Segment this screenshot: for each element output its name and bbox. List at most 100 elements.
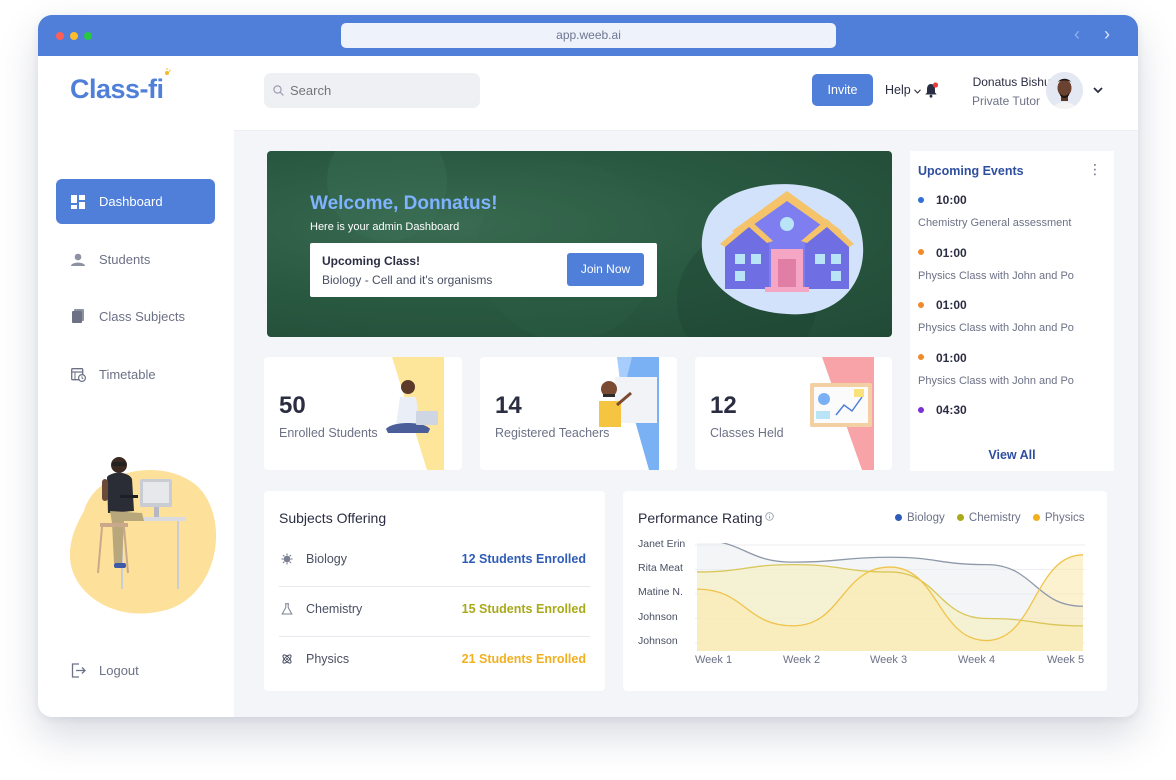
x-tick-label: Week 3 bbox=[870, 654, 908, 666]
y-tick-label: Rita Meat bbox=[638, 562, 683, 574]
more-options-icon[interactable]: ⋮ bbox=[1088, 161, 1102, 178]
welcome-banner: Welcome, Donnatus! Here is your admin Da… bbox=[267, 151, 892, 337]
stat-value: 14 bbox=[495, 392, 522, 419]
chevron-down-icon bbox=[914, 89, 922, 94]
dashboard-icon bbox=[70, 194, 86, 210]
whiteboard-illustration bbox=[810, 357, 874, 470]
subject-row-biology[interactable]: Biology 12 Students Enrolled bbox=[279, 537, 590, 587]
upcoming-class-subject: Biology - Cell and it's organisms bbox=[322, 273, 493, 287]
browser-titlebar: app.weeb.ai ‹ › bbox=[38, 15, 1138, 56]
forward-arrow-icon[interactable]: › bbox=[1104, 24, 1110, 44]
subject-name: Chemistry bbox=[306, 602, 363, 616]
upcoming-events-panel: Upcoming Events ⋮ 10:00 Chemistry General… bbox=[910, 151, 1114, 471]
search-box[interactable] bbox=[264, 73, 480, 108]
performance-title: Performance Rating bbox=[638, 510, 763, 526]
topbar: Invite Help Donatus Bishung Private Tuto… bbox=[234, 56, 1138, 131]
logout-button[interactable]: Logout bbox=[56, 648, 215, 693]
help-menu[interactable]: Help bbox=[885, 83, 922, 97]
event-time: 10:00 bbox=[918, 193, 967, 207]
logout-label: Logout bbox=[99, 663, 139, 678]
event-bullet-icon bbox=[918, 249, 924, 256]
maximize-window-button[interactable] bbox=[84, 32, 92, 40]
school-house-illustration bbox=[701, 184, 864, 315]
sidebar-item-dashboard[interactable]: Dashboard bbox=[56, 179, 215, 224]
subject-enrollment: 21 Students Enrolled bbox=[461, 652, 586, 666]
teacher-illustration bbox=[599, 357, 659, 470]
stat-value: 12 bbox=[710, 392, 737, 419]
calendar-icon bbox=[70, 367, 86, 383]
virus-icon bbox=[281, 553, 293, 565]
join-now-button[interactable]: Join Now bbox=[567, 253, 644, 286]
upcoming-class-title: Upcoming Class! bbox=[322, 254, 421, 268]
y-tick-label: Janet Erin bbox=[638, 538, 686, 550]
sidebar-item-class-subjects[interactable]: Class Subjects bbox=[56, 294, 215, 339]
back-arrow-icon[interactable]: ‹ bbox=[1074, 24, 1080, 44]
sparkle-icon bbox=[164, 68, 171, 75]
notification-bell-icon[interactable] bbox=[924, 82, 938, 98]
address-bar[interactable]: app.weeb.ai bbox=[341, 23, 836, 48]
user-icon bbox=[70, 252, 86, 268]
logout-icon bbox=[70, 663, 86, 679]
info-icon[interactable] bbox=[765, 512, 774, 521]
student-illustration bbox=[386, 357, 444, 470]
x-tick-label: Week 4 bbox=[958, 654, 996, 666]
event-description[interactable]: Chemistry General assessment bbox=[918, 217, 1071, 229]
performance-rating-card: Performance Rating Biology Chemistry Phy… bbox=[623, 491, 1107, 691]
upcoming-class-card: Upcoming Class! Biology - Cell and it's … bbox=[310, 243, 657, 297]
search-input[interactable] bbox=[290, 83, 460, 98]
x-tick-label: Week 5 bbox=[1047, 654, 1085, 666]
avatar[interactable] bbox=[1046, 72, 1083, 109]
view-all-link[interactable]: View All bbox=[910, 448, 1114, 462]
event-bullet-icon bbox=[918, 406, 924, 413]
event-time: 01:00 bbox=[918, 298, 967, 312]
sidebar-item-label: Class Subjects bbox=[99, 309, 185, 324]
close-window-button[interactable] bbox=[56, 32, 64, 40]
welcome-title: Welcome, Donnatus! bbox=[310, 193, 498, 214]
profile-chevron-down-icon[interactable] bbox=[1092, 84, 1104, 96]
event-description[interactable]: Physics Class with John and Po bbox=[918, 270, 1074, 282]
event-time: 01:00 bbox=[918, 351, 967, 365]
sidebar-item-timetable[interactable]: Timetable bbox=[56, 352, 215, 397]
sidebar-item-students[interactable]: Students bbox=[56, 237, 215, 282]
stat-label: Enrolled Students bbox=[279, 426, 378, 440]
y-tick-label: Matine N. bbox=[638, 586, 683, 598]
subjects-title: Subjects Offering bbox=[279, 510, 387, 526]
chart-legend: Biology Chemistry Physics bbox=[895, 512, 1094, 524]
event-bullet-icon bbox=[918, 301, 924, 308]
event-description[interactable]: Physics Class with John and Po bbox=[918, 322, 1074, 334]
stat-card-classes[interactable]: 12 Classes Held bbox=[695, 357, 892, 470]
subject-name: Biology bbox=[306, 552, 347, 566]
subject-row-chemistry[interactable]: Chemistry 15 Students Enrolled bbox=[279, 587, 590, 637]
event-bullet-icon bbox=[918, 196, 924, 203]
legend-item-physics[interactable]: Physics bbox=[1032, 512, 1085, 524]
stat-label: Registered Teachers bbox=[495, 426, 610, 440]
brand-logo[interactable]: Class-fi bbox=[70, 68, 171, 105]
event-description[interactable]: Physics Class with John and Po bbox=[918, 375, 1074, 387]
stat-card-teachers[interactable]: 14 Registered Teachers bbox=[480, 357, 677, 470]
search-icon bbox=[273, 85, 284, 96]
subjects-offering-card: Subjects Offering Biology 12 Students En… bbox=[264, 491, 605, 691]
sidebar-item-label: Students bbox=[99, 252, 151, 267]
event-bullet-icon bbox=[918, 354, 924, 361]
minimize-window-button[interactable] bbox=[70, 32, 78, 40]
sidebar-item-label: Dashboard bbox=[99, 194, 163, 209]
flask-icon bbox=[281, 603, 293, 615]
stat-card-students[interactable]: 50 Enrolled Students bbox=[264, 357, 462, 470]
stat-value: 50 bbox=[279, 392, 306, 419]
subject-enrollment: 12 Students Enrolled bbox=[461, 552, 586, 566]
app-window: app.weeb.ai ‹ › Class-fi Dashboard Stude… bbox=[38, 15, 1138, 717]
welcome-subtitle: Here is your admin Dashboard bbox=[310, 221, 460, 233]
legend-item-biology[interactable]: Biology bbox=[895, 512, 945, 524]
legend-item-chemistry[interactable]: Chemistry bbox=[956, 512, 1021, 524]
subject-enrollment: 15 Students Enrolled bbox=[461, 602, 586, 616]
invite-button[interactable]: Invite bbox=[812, 74, 873, 106]
book-icon bbox=[70, 309, 86, 325]
y-tick-label: Johnson bbox=[638, 611, 678, 623]
event-time: 04:30 bbox=[918, 403, 967, 417]
stat-label: Classes Held bbox=[710, 426, 784, 440]
subject-row-physics[interactable]: Physics 21 Students Enrolled bbox=[279, 637, 590, 687]
subject-name: Physics bbox=[306, 652, 350, 666]
event-time: 01:00 bbox=[918, 246, 967, 260]
y-tick-label: Johnson bbox=[638, 635, 678, 647]
sidebar: Class-fi Dashboard Students Class Subjec… bbox=[38, 56, 234, 717]
